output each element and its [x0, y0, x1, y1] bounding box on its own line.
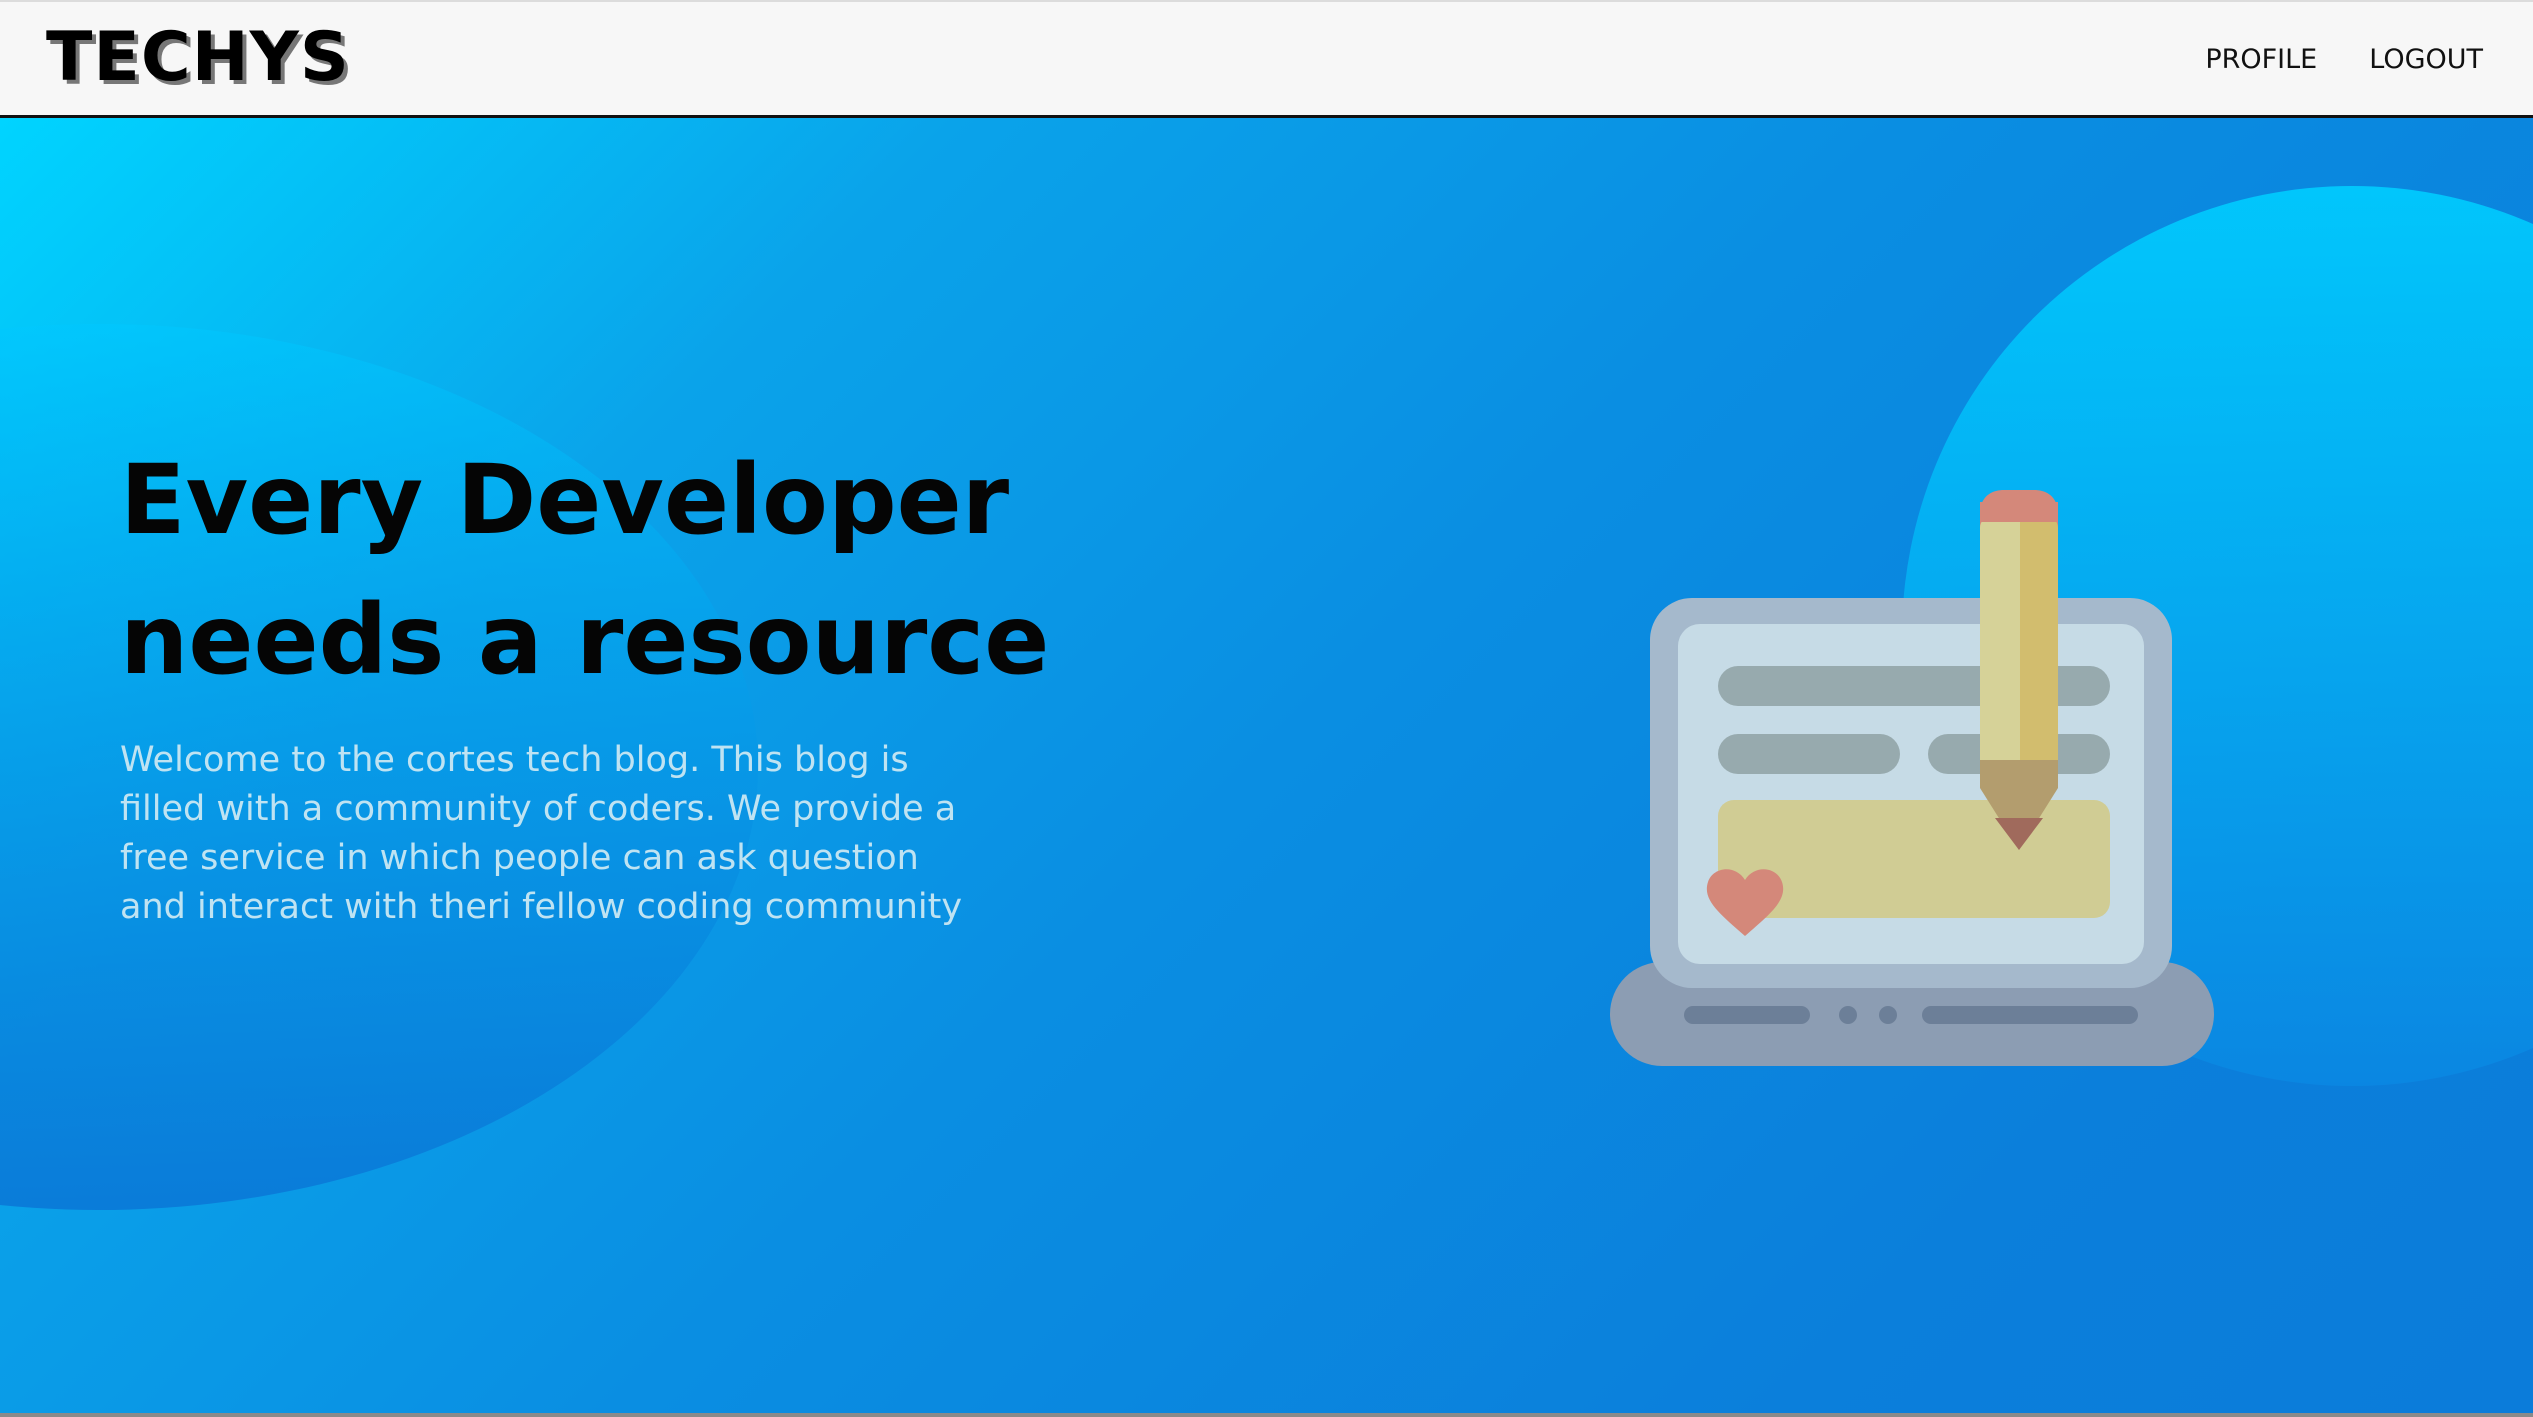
hero-title-line1: Every Developer	[120, 444, 1010, 556]
screen-line-2a	[1718, 734, 1900, 774]
bottom-border	[0, 1413, 2533, 1417]
pencil-body-right	[2020, 512, 2058, 760]
laptop-pencil-illustration-icon	[1610, 490, 2214, 1066]
pencil-body-left	[1980, 512, 2020, 760]
laptop-base-dot-1	[1839, 1006, 1857, 1024]
laptop-base-bar-left	[1684, 1006, 1810, 1024]
laptop-base-dot-2	[1879, 1006, 1897, 1024]
pencil-eraser-band	[1980, 502, 2058, 522]
navbar: TECHYS PROFILE LOGOUT	[0, 0, 2533, 118]
nav-links: PROFILE LOGOUT	[2205, 46, 2483, 73]
laptop-base-bar-right	[1922, 1006, 2138, 1024]
nav-link-profile[interactable]: PROFILE	[2205, 46, 2317, 73]
hero-title: Every Developer needs a resource	[120, 430, 1120, 710]
nav-link-logout[interactable]: LOGOUT	[2369, 46, 2483, 73]
logo[interactable]: TECHYS	[46, 24, 350, 92]
hero-description: Welcome to the cortes tech blog. This bl…	[120, 740, 963, 927]
hero-title-line2: needs a resource	[120, 584, 1050, 696]
